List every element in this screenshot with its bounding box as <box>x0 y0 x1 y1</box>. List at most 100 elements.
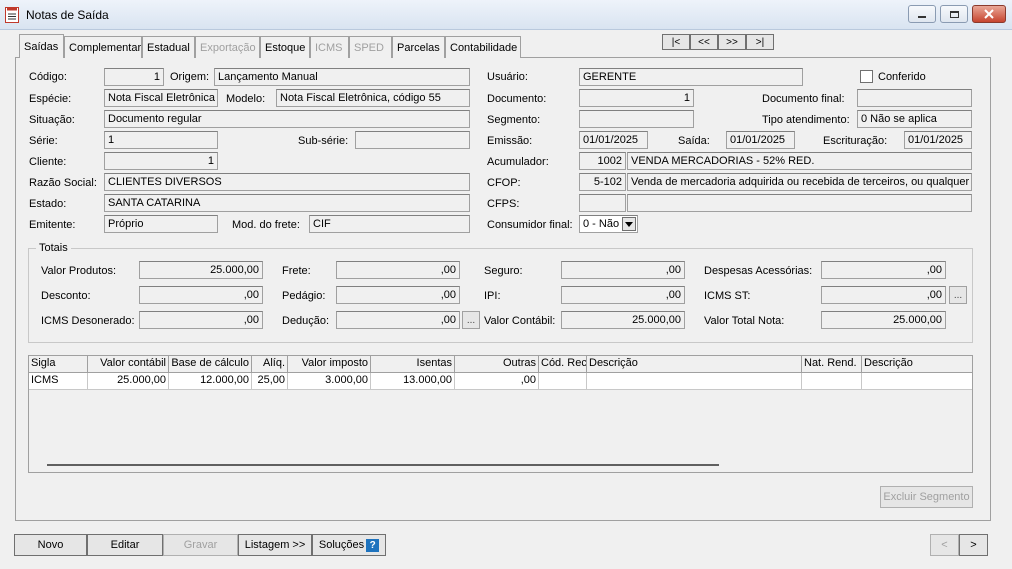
emissao-field[interactable]: 01/01/2025 <box>579 131 648 149</box>
label-codigo: Código: <box>29 71 67 83</box>
tab-parcelas[interactable]: Parcelas <box>392 36 445 58</box>
tab-sped[interactable]: SPED <box>349 36 392 58</box>
icms-st-field[interactable]: ,00 <box>821 286 946 304</box>
listagem-button[interactable]: Listagem >> <box>238 534 312 556</box>
icms-st-details-button[interactable]: ... <box>949 286 967 304</box>
cfop-code-field[interactable]: 5-102 <box>579 173 626 191</box>
grid-header-outras[interactable]: Outras <box>455 356 539 373</box>
cfps-description-field[interactable] <box>627 194 972 212</box>
despesas-acessorias-field[interactable]: ,00 <box>821 261 946 279</box>
icms-desonerado-field[interactable]: ,00 <box>139 311 263 329</box>
razao-social-field[interactable]: CLIENTES DIVERSOS <box>104 173 470 191</box>
cfop-description-field[interactable]: Venda de mercadoria adquirida ou recebid… <box>627 173 972 191</box>
tab-estadual[interactable]: Estadual <box>142 36 195 58</box>
grid-header-valor-imposto[interactable]: Valor imposto <box>288 356 371 373</box>
origem-field[interactable]: Lançamento Manual <box>214 68 470 86</box>
documento-final-field[interactable] <box>857 89 972 107</box>
grid-cell-nat-rend[interactable] <box>802 373 862 390</box>
tab-exportacao[interactable]: Exportação <box>195 36 260 58</box>
grid-cell-valor-contabil[interactable]: 25.000,00 <box>88 373 169 390</box>
horizontal-scrollbar[interactable] <box>47 464 719 466</box>
gravar-button[interactable]: Gravar <box>163 534 238 556</box>
label-escrituracao: Escrituração: <box>823 135 888 147</box>
label-pedagio: Pedágio: <box>282 290 326 302</box>
emitente-field[interactable]: Próprio <box>104 215 218 233</box>
previous-page-button[interactable]: < <box>930 534 959 556</box>
grid-header-aliquota[interactable]: Alíq. <box>252 356 288 373</box>
acumulador-code-field[interactable]: 1002 <box>579 152 626 170</box>
grid-cell-valor-imposto[interactable]: 3.000,00 <box>288 373 371 390</box>
next-record-button[interactable]: >> <box>718 34 746 50</box>
valor-contabil-field[interactable]: 25.000,00 <box>561 311 685 329</box>
label-cliente: Cliente: <box>29 156 67 168</box>
cliente-field[interactable]: 1 <box>104 152 218 170</box>
tab-contabilidade[interactable]: Contabilidade <box>445 36 521 58</box>
last-record-button[interactable]: >| <box>746 34 774 50</box>
frete-field[interactable]: ,00 <box>336 261 460 279</box>
tab-icms[interactable]: ICMS <box>310 36 349 58</box>
label-conferido: Conferido <box>878 71 926 83</box>
grid-header-base-calculo[interactable]: Base de cálculo <box>169 356 252 373</box>
grid-header-valor-contabil[interactable]: Valor contábil <box>88 356 169 373</box>
deducao-field[interactable]: ,00 <box>336 311 460 329</box>
tab-estoque[interactable]: Estoque <box>260 36 310 58</box>
grid-cell-descricao-2[interactable] <box>862 373 972 390</box>
pedagio-field[interactable]: ,00 <box>336 286 460 304</box>
grid-cell-aliquota[interactable]: 25,00 <box>252 373 288 390</box>
excluir-segmento-button[interactable]: Excluir Segmento <box>880 486 973 508</box>
conferido-checkbox[interactable] <box>860 70 873 83</box>
novo-button[interactable]: Novo <box>14 534 87 556</box>
grid-header-sigla[interactable]: Sigla <box>29 356 88 373</box>
grid-cell-sigla[interactable]: ICMS <box>29 373 88 390</box>
desconto-field[interactable]: ,00 <box>139 286 263 304</box>
grid-cell-cod-rec[interactable] <box>539 373 587 390</box>
next-page-button[interactable]: > <box>959 534 988 556</box>
grid-cell-isentas[interactable]: 13.000,00 <box>371 373 455 390</box>
editar-button[interactable]: Editar <box>87 534 163 556</box>
prev-record-button[interactable]: << <box>690 34 718 50</box>
label-despesas-acessorias: Despesas Acessórias: <box>704 265 813 277</box>
situacao-field[interactable]: Documento regular <box>104 110 470 128</box>
estado-field[interactable]: SANTA CATARINA <box>104 194 470 212</box>
label-valor-contabil: Valor Contábil: <box>484 315 556 327</box>
escrituracao-field[interactable]: 01/01/2025 <box>904 131 972 149</box>
close-button[interactable] <box>972 5 1006 23</box>
especie-field[interactable]: Nota Fiscal Eletrônica <box>104 89 218 107</box>
serie-field[interactable]: 1 <box>104 131 218 149</box>
grid-cell-base-calculo[interactable]: 12.000,00 <box>169 373 252 390</box>
label-valor-total-nota: Valor Total Nota: <box>704 315 785 327</box>
valor-total-nota-field[interactable]: 25.000,00 <box>821 311 946 329</box>
solucoes-button[interactable]: Soluções ? <box>312 534 386 556</box>
deducao-details-button[interactable]: ... <box>462 311 480 329</box>
tab-saidas[interactable]: Saídas <box>19 34 64 58</box>
grid-header-nat-rend[interactable]: Nat. Rend. <box>802 356 862 373</box>
saida-field[interactable]: 01/01/2025 <box>726 131 795 149</box>
impostos-grid[interactable]: Sigla Valor contábil Base de cálculo Alí… <box>28 355 973 473</box>
cfps-code-field[interactable] <box>579 194 626 212</box>
acumulador-description-field[interactable]: VENDA MERCADORIAS - 52% RED. <box>627 152 972 170</box>
grid-cell-outras[interactable]: ,00 <box>455 373 539 390</box>
maximize-button[interactable] <box>940 5 968 23</box>
minimize-button[interactable] <box>908 5 936 23</box>
first-record-button[interactable]: |< <box>662 34 690 50</box>
chevron-down-icon[interactable] <box>622 217 636 231</box>
grid-header-isentas[interactable]: Isentas <box>371 356 455 373</box>
codigo-field[interactable]: 1 <box>104 68 164 86</box>
segmento-field[interactable] <box>579 110 694 128</box>
grid-header-descricao-2[interactable]: Descrição <box>862 356 972 373</box>
tab-complementar[interactable]: Complementar <box>64 36 142 58</box>
grid-header-cod-rec[interactable]: Cód. Rec. <box>539 356 587 373</box>
label-icms-st: ICMS ST: <box>704 290 751 302</box>
valor-produtos-field[interactable]: 25.000,00 <box>139 261 263 279</box>
documento-field[interactable]: 1 <box>579 89 694 107</box>
seguro-field[interactable]: ,00 <box>561 261 685 279</box>
subserie-field[interactable] <box>355 131 470 149</box>
mod-frete-field[interactable]: CIF <box>309 215 470 233</box>
ipi-field[interactable]: ,00 <box>561 286 685 304</box>
modelo-field[interactable]: Nota Fiscal Eletrônica, código 55 <box>276 89 470 107</box>
grid-cell-descricao[interactable] <box>587 373 802 390</box>
tipo-atendimento-field[interactable]: 0 Não se aplica <box>857 110 972 128</box>
label-emitente: Emitente: <box>29 219 76 231</box>
usuario-field[interactable]: GERENTE <box>579 68 803 86</box>
grid-header-descricao[interactable]: Descrição <box>587 356 802 373</box>
